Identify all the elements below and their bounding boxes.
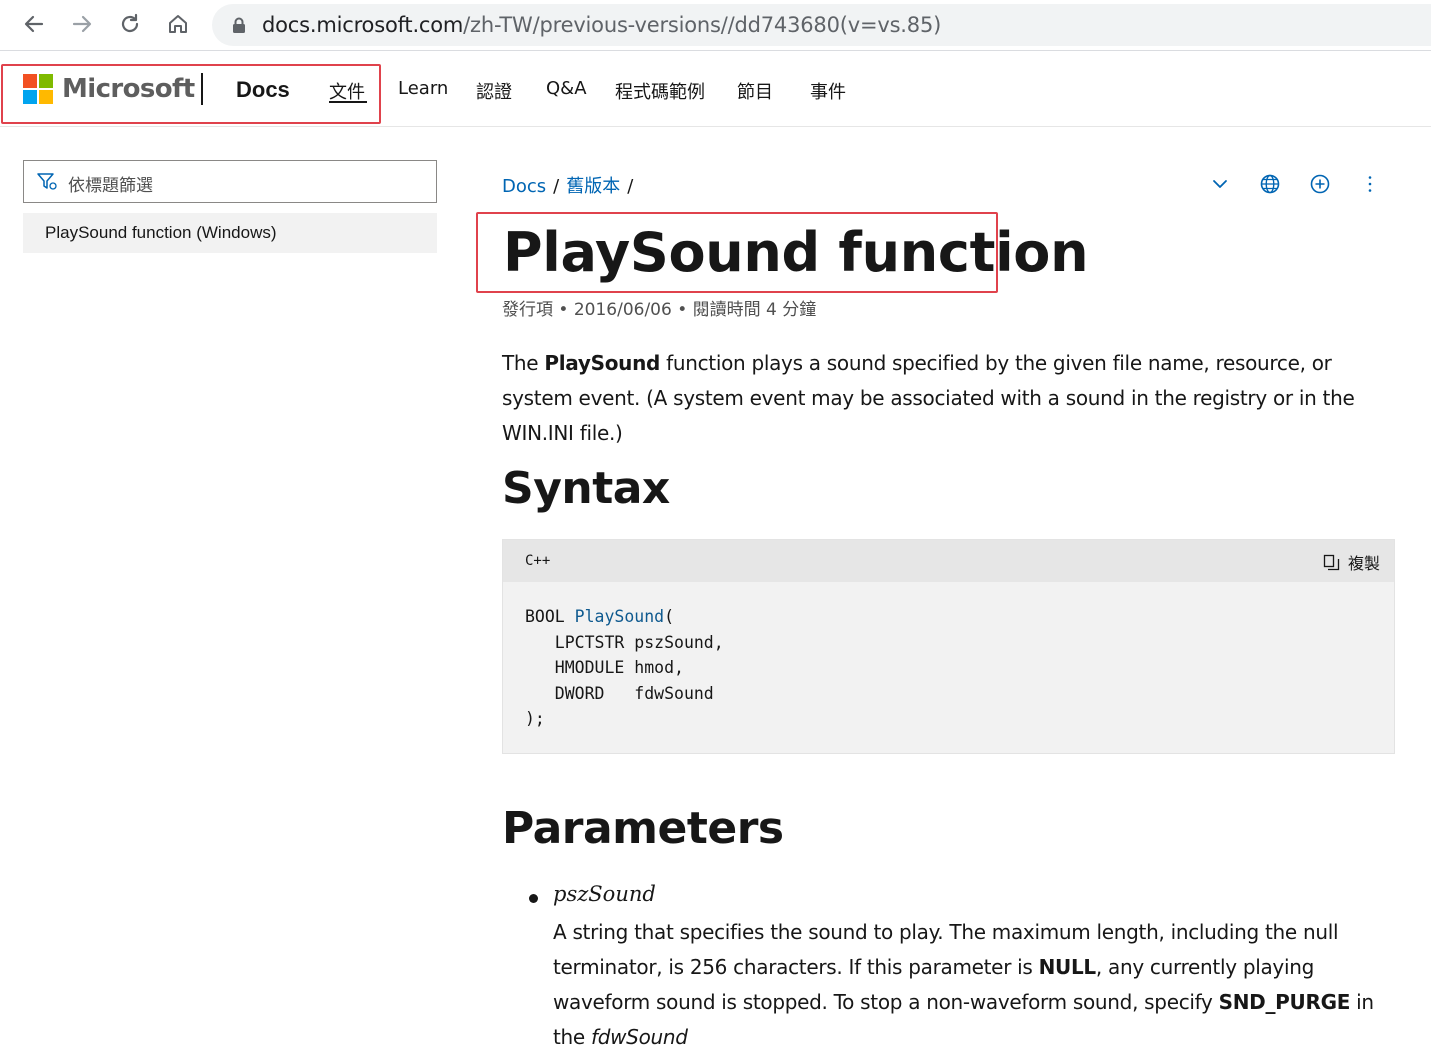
reload-icon xyxy=(121,13,139,33)
toc-item-playsound[interactable]: PlaySound function (Windows) xyxy=(23,213,437,253)
code-language: C++ xyxy=(525,553,551,569)
microsoft-logo-icon[interactable] xyxy=(23,74,54,105)
home-icon xyxy=(169,15,187,33)
forward-button[interactable] xyxy=(66,8,98,40)
more-vertical-icon xyxy=(1368,176,1372,192)
syntax-heading: Syntax xyxy=(502,463,670,514)
toc-dropdown-button[interactable] xyxy=(1208,172,1232,196)
nav-item-learn[interactable]: Learn xyxy=(398,78,448,99)
breadcrumb: Docs / 舊版本 / xyxy=(502,172,640,198)
back-button[interactable] xyxy=(18,8,50,40)
nav-item-shows[interactable]: 節目 xyxy=(737,78,773,104)
article-metadata: 發行項 • 2016/06/06 • 閱讀時間 4 分鐘 xyxy=(502,300,817,320)
parameter-description: A string that specifies the sound to pla… xyxy=(553,920,1374,1049)
function-name: PlaySound xyxy=(544,351,661,375)
forward-arrow-icon xyxy=(72,15,92,33)
code-header: C++ 複製 xyxy=(503,540,1394,582)
filter-placeholder: 依標題篩選 xyxy=(68,176,153,196)
browser-toolbar: docs.microsoft.com/zh-TW/previous-versio… xyxy=(0,0,1431,51)
plus-circle-icon xyxy=(1310,174,1330,194)
chevron-down-icon xyxy=(1213,180,1227,188)
parameters-heading: Parameters xyxy=(502,803,784,854)
nav-item-qa[interactable]: Q&A xyxy=(546,78,587,99)
copy-button[interactable]: 複製 xyxy=(1323,550,1380,574)
toc-filter-input[interactable]: 依標題篩選 xyxy=(23,160,437,203)
parameter-name: pszSound xyxy=(553,882,656,906)
header-divider xyxy=(201,73,203,105)
language-button[interactable] xyxy=(1258,172,1282,196)
back-arrow-icon xyxy=(24,15,44,33)
microsoft-brand-text[interactable]: Microsoft xyxy=(62,74,195,104)
docs-site-link[interactable]: Docs xyxy=(236,77,290,103)
nav-item-code-samples[interactable]: 程式碼範例 xyxy=(615,78,705,104)
code-block: C++ 複製 BOOL PlaySound( LPCTSTR pszSound,… xyxy=(502,539,1395,754)
reload-button[interactable] xyxy=(114,8,146,40)
filter-icon xyxy=(37,173,57,190)
breadcrumb-docs[interactable]: Docs xyxy=(502,176,546,197)
more-options-button[interactable] xyxy=(1358,172,1382,196)
globe-icon xyxy=(1260,174,1280,194)
breadcrumb-separator: / xyxy=(627,176,634,197)
page-title: PlaySound function xyxy=(503,221,1089,284)
add-to-collection-button[interactable] xyxy=(1308,172,1332,196)
address-bar[interactable]: docs.microsoft.com/zh-TW/previous-versio… xyxy=(212,4,1431,46)
nav-item-certifications[interactable]: 認證 xyxy=(476,78,512,104)
copy-icon xyxy=(1323,554,1340,570)
list-bullet xyxy=(529,894,538,903)
home-button[interactable] xyxy=(162,8,194,40)
nav-active-underline xyxy=(329,101,367,103)
breadcrumb-separator: / xyxy=(553,176,560,197)
lock-icon xyxy=(233,17,245,33)
nav-item-events[interactable]: 事件 xyxy=(810,78,846,104)
breadcrumb-previous-versions[interactable]: 舊版本 xyxy=(566,176,620,197)
code-content: BOOL PlaySound( LPCTSTR pszSound, HMODUL… xyxy=(525,607,724,729)
copy-label: 複製 xyxy=(1347,554,1380,573)
intro-paragraph: The PlaySound function plays a sound spe… xyxy=(502,351,1355,445)
url-text: docs.microsoft.com/zh-TW/previous-versio… xyxy=(262,13,942,37)
toc-item-label: PlaySound function (Windows) xyxy=(45,223,277,242)
